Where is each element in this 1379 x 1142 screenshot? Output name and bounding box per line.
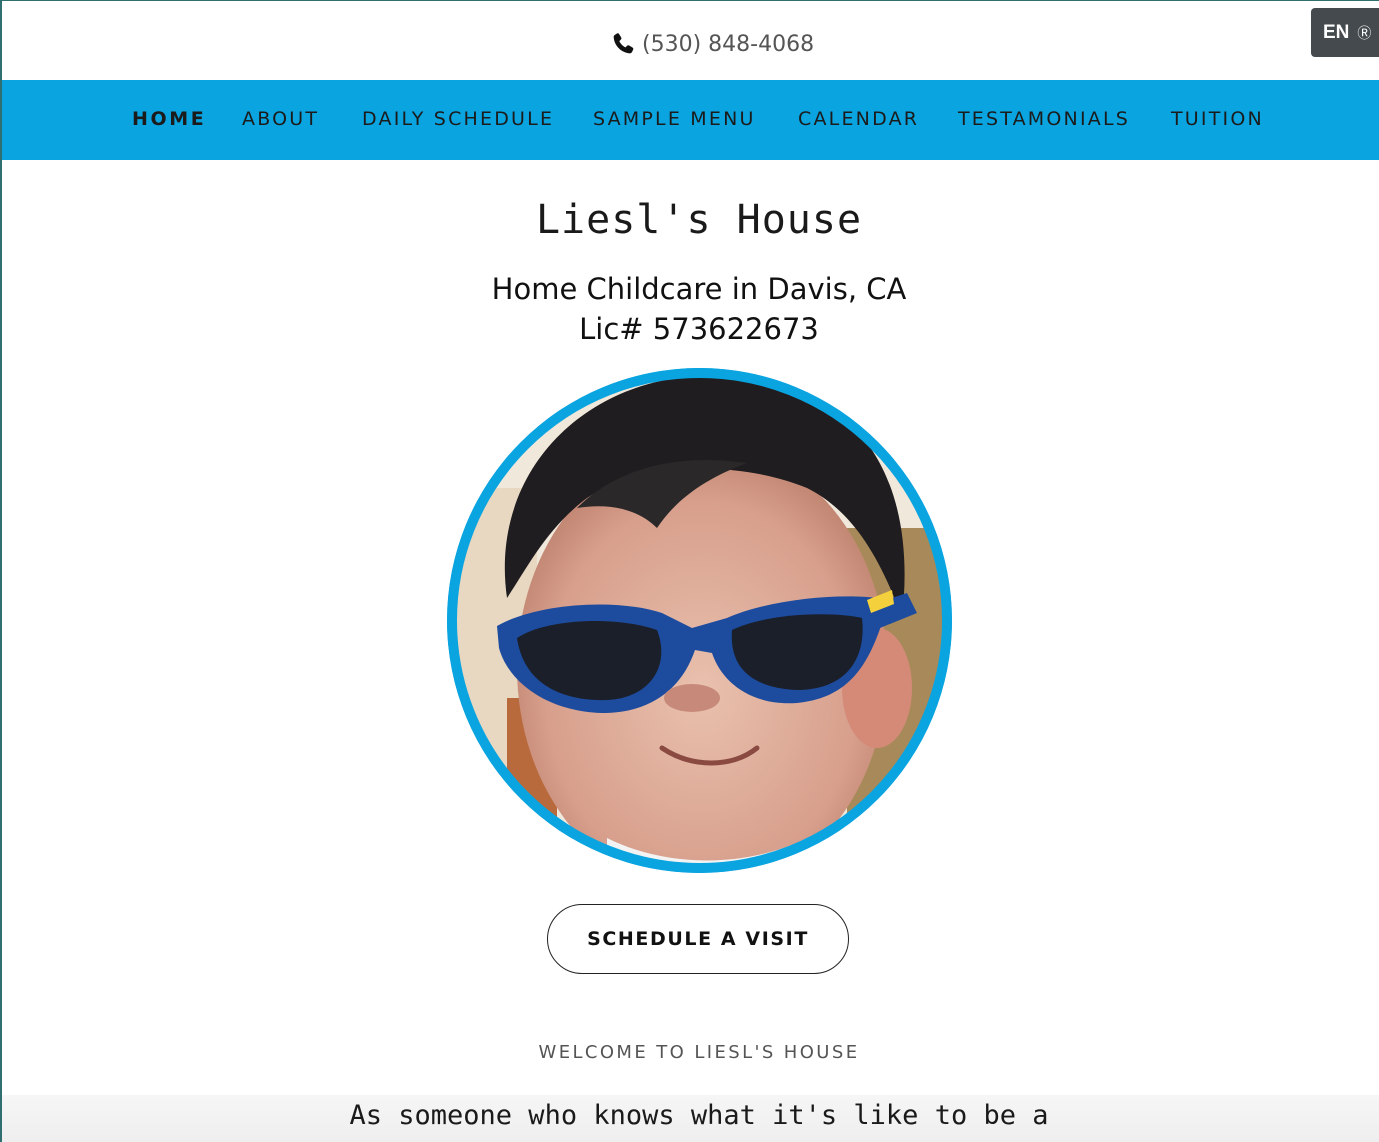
hero-photo (447, 368, 952, 873)
schedule-visit-button[interactable]: SCHEDULE A VISIT (547, 904, 849, 974)
nav-item-tuition[interactable]: TUITION (1171, 108, 1264, 130)
phone-icon (613, 33, 634, 54)
phone-link[interactable]: (530) 848-4068 (610, 29, 814, 59)
nav-item-daily-schedule[interactable]: DAILY SCHEDULE (362, 108, 554, 130)
language-selector[interactable]: EN Ⓡ (1311, 8, 1379, 57)
language-label: EN (1323, 21, 1350, 43)
nav-item-testamonials[interactable]: TESTAMONIALS (958, 108, 1130, 130)
intro-text: As someone who knows what it's like to b… (349, 1100, 1049, 1131)
main-nav: HOME ABOUT DAILY SCHEDULE SAMPLE MENU CA… (2, 80, 1379, 160)
subtitle-license: Lic# 573622673 (579, 312, 819, 346)
site-title: Liesl's House (535, 197, 863, 243)
page: (530) 848-4068 EN Ⓡ HOME ABOUT DAILY SCH… (0, 0, 1379, 1142)
site-subtitle: Home Childcare in Davis, CA Lic# 5736226… (2, 269, 1379, 349)
globe-icon: Ⓡ (1357, 24, 1372, 41)
welcome-heading: WELCOME TO LIESL'S HOUSE (538, 1042, 860, 1063)
nav-item-home[interactable]: HOME (132, 108, 206, 130)
phone-number: (530) 848-4068 (642, 31, 815, 57)
nav-item-calendar[interactable]: CALENDAR (798, 108, 919, 130)
subtitle-location: Home Childcare in Davis, CA (491, 272, 907, 306)
nav-item-about[interactable]: ABOUT (242, 108, 319, 130)
nav-item-sample-menu[interactable]: SAMPLE MENU (593, 108, 756, 130)
child-portrait-illustration (447, 368, 952, 873)
top-bar: (530) 848-4068 EN Ⓡ (2, 1, 1379, 80)
